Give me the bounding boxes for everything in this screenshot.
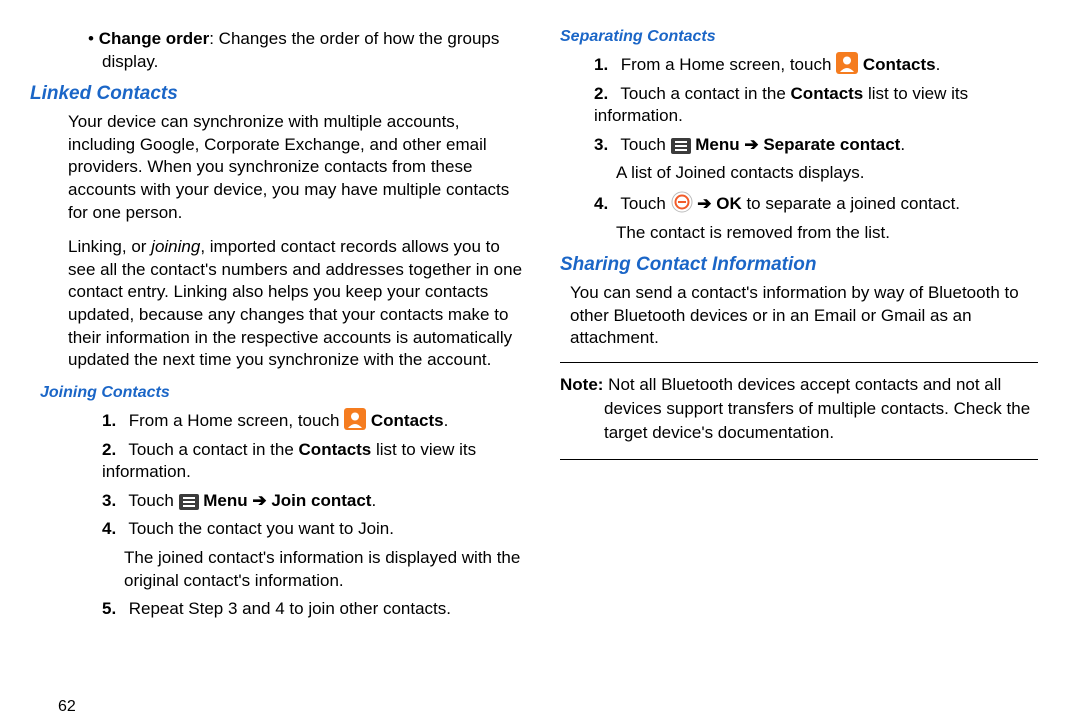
- note-block: Note: Not all Bluetooth devices accept c…: [560, 362, 1038, 460]
- step-number: 2.: [594, 83, 616, 106]
- step-text: Touch: [620, 194, 670, 213]
- joining-steps-list: 1. From a Home screen, touch Contacts. 2…: [68, 408, 526, 541]
- document-page: Change order: Changes the order of how t…: [0, 0, 1080, 720]
- sharing-p1: You can send a contact's information by …: [560, 282, 1038, 350]
- step-number: 4.: [102, 518, 124, 541]
- join-step-4-cont: The joined contact's information is disp…: [68, 547, 526, 592]
- linked-p2c: , imported contact records allows you to…: [68, 237, 522, 369]
- join-step-4: 4. Touch the contact you want to Join.: [102, 518, 526, 541]
- step-end: .: [900, 135, 905, 154]
- step-bold: Contacts: [299, 440, 372, 459]
- menu-icon: [179, 494, 199, 510]
- right-column: Separating Contacts 1. From a Home scree…: [540, 28, 1052, 720]
- step-bold: Contacts: [371, 411, 444, 430]
- step-menu: Menu: [203, 491, 247, 510]
- heading-joining-contacts: Joining Contacts: [40, 384, 526, 402]
- join-step-1: 1. From a Home screen, touch Contacts.: [102, 408, 526, 433]
- linked-p2b: joining: [151, 237, 200, 256]
- linked-p2: Linking, or joining, imported contact re…: [68, 236, 526, 372]
- step-number: 1.: [594, 54, 616, 77]
- step-end: to separate a joined contact.: [742, 194, 960, 213]
- left-column: Change order: Changes the order of how t…: [28, 28, 540, 720]
- step-text: Touch the contact you want to Join.: [128, 519, 394, 538]
- menu-icon: [671, 138, 691, 154]
- step-sep: Separate contact: [763, 135, 900, 154]
- separating-steps-list-2: 4. Touch ➔ OK to separate a joined conta…: [560, 191, 1038, 216]
- step-number: 2.: [102, 439, 124, 462]
- join-step-3: 3. Touch Menu ➔ Join contact.: [102, 490, 526, 513]
- step-text: Touch: [620, 135, 670, 154]
- note-body: Not all Bluetooth devices accept contact…: [603, 375, 1030, 442]
- step-text: Touch: [128, 491, 178, 510]
- contacts-icon: [344, 408, 366, 430]
- sep-step-1: 1. From a Home screen, touch Contacts.: [594, 52, 1038, 77]
- sep-step-2: 2. Touch a contact in the Contacts list …: [594, 83, 1038, 128]
- step-end: .: [444, 411, 449, 430]
- sep-step-3-cont: A list of Joined contacts displays.: [560, 162, 1038, 185]
- step-bold: Contacts: [863, 55, 936, 74]
- step-number: 5.: [102, 598, 124, 621]
- step-text: Touch a contact in the: [128, 440, 298, 459]
- remove-icon: [671, 191, 693, 213]
- linked-p1: Your device can synchronize with multipl…: [68, 111, 526, 224]
- contacts-icon: [836, 52, 858, 74]
- step-arrow: ➔: [740, 135, 764, 154]
- step-bold: Contacts: [791, 84, 864, 103]
- step-number: 4.: [594, 193, 616, 216]
- step-end: .: [371, 491, 376, 510]
- separating-steps-list: 1. From a Home screen, touch Contacts. 2…: [560, 52, 1038, 156]
- sep-step-3: 3. Touch Menu ➔ Separate contact.: [594, 134, 1038, 157]
- note-text: Note: Not all Bluetooth devices accept c…: [560, 373, 1038, 445]
- linked-p2a: Linking, or: [68, 237, 151, 256]
- step-join: Join contact: [271, 491, 371, 510]
- sep-step-4: 4. Touch ➔ OK to separate a joined conta…: [594, 191, 1038, 216]
- step-text: From a Home screen, touch: [129, 411, 344, 430]
- step-text: From a Home screen, touch: [621, 55, 836, 74]
- step-number: 3.: [594, 134, 616, 157]
- step-arrow: ➔: [248, 491, 272, 510]
- heading-linked-contacts: Linked Contacts: [30, 83, 526, 105]
- page-number: 62: [58, 698, 76, 716]
- step-text: Repeat Step 3 and 4 to join other contac…: [129, 599, 451, 618]
- step-text: Touch a contact in the: [620, 84, 790, 103]
- step-number: 3.: [102, 490, 124, 513]
- step-end: .: [936, 55, 941, 74]
- bullet-label: Change order: [99, 29, 210, 48]
- bullet-change-order: Change order: Changes the order of how t…: [68, 28, 526, 73]
- step-menu: Menu: [695, 135, 739, 154]
- step-arrow: ➔: [697, 194, 716, 213]
- joining-steps-list-2: 5. Repeat Step 3 and 4 to join other con…: [68, 598, 526, 621]
- heading-sharing-contact-info: Sharing Contact Information: [560, 254, 1038, 276]
- sep-step-4-cont: The contact is removed from the list.: [560, 222, 1038, 245]
- step-number: 1.: [102, 410, 124, 433]
- step-ok: OK: [716, 194, 742, 213]
- join-step-5: 5. Repeat Step 3 and 4 to join other con…: [102, 598, 526, 621]
- bullet-dot: [88, 29, 99, 48]
- note-label: Note:: [560, 375, 603, 394]
- heading-separating-contacts: Separating Contacts: [560, 28, 1038, 46]
- join-step-2: 2. Touch a contact in the Contacts list …: [102, 439, 526, 484]
